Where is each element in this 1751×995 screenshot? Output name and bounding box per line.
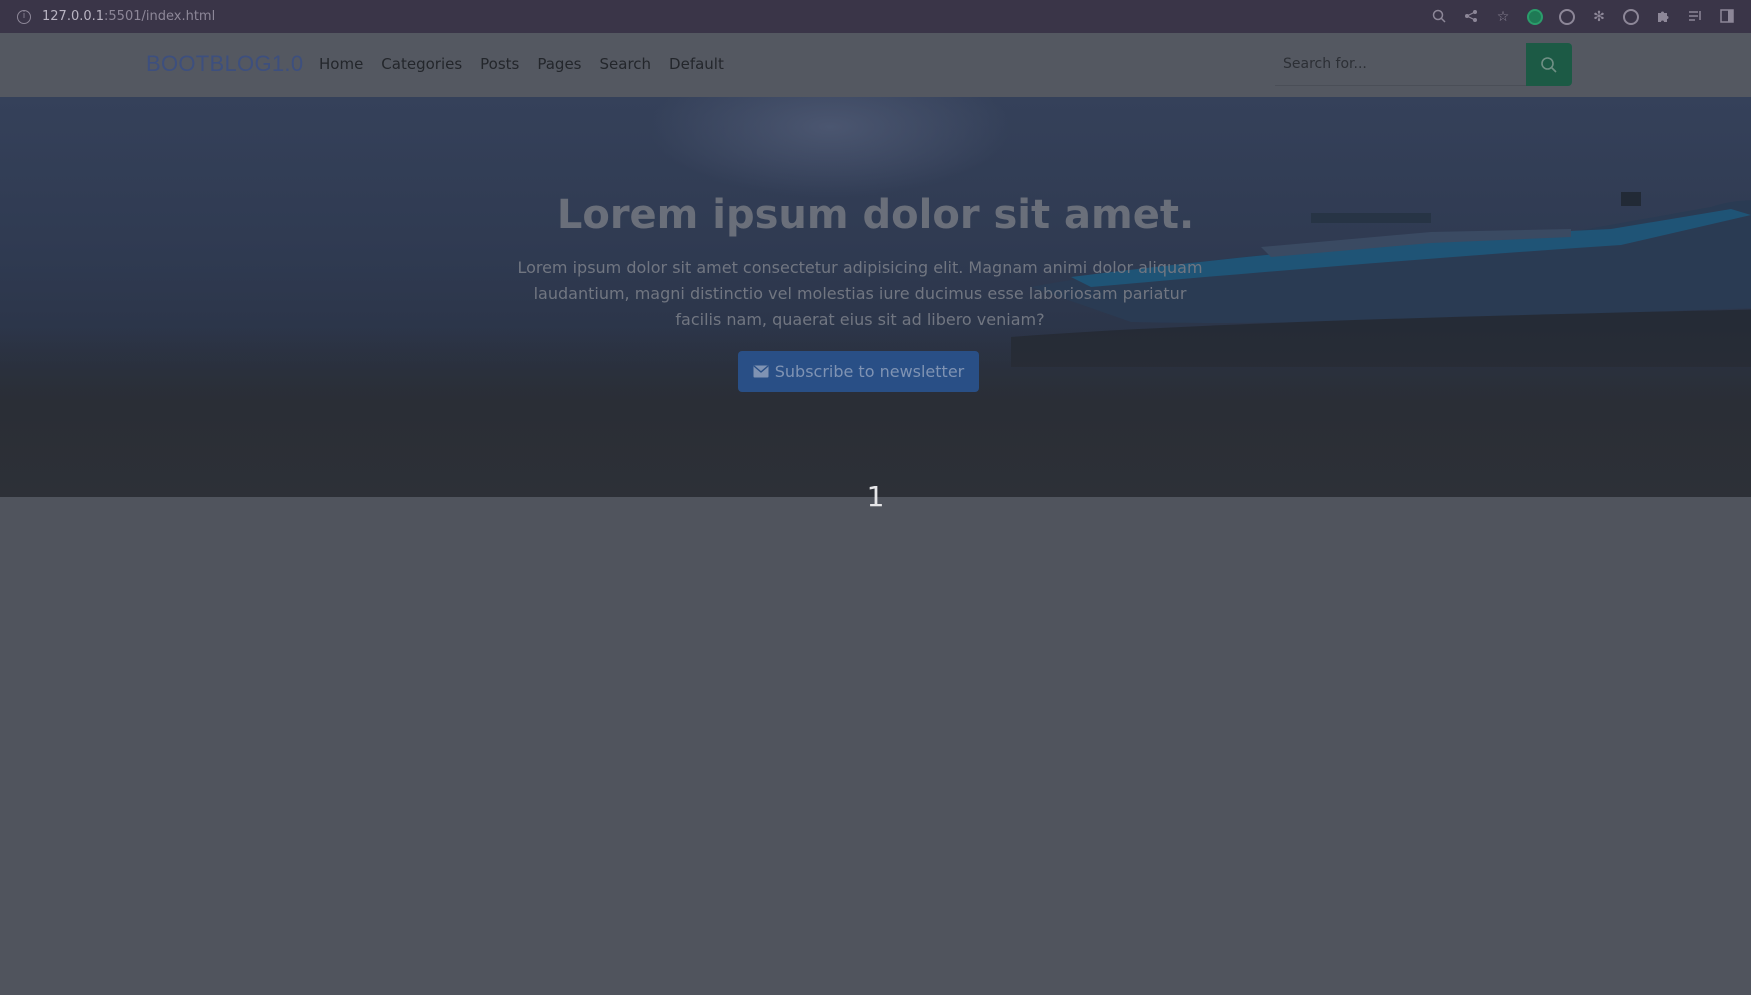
share-icon[interactable]: [1463, 9, 1479, 25]
extension-target-icon[interactable]: [1623, 8, 1639, 25]
url-path: :5501/index.html: [104, 9, 216, 24]
site-info-icon[interactable]: i: [17, 9, 31, 24]
nav-link-home[interactable]: Home: [319, 55, 363, 73]
nav-link-search[interactable]: Search: [600, 55, 652, 73]
subscribe-button[interactable]: Subscribe to newsletter: [738, 351, 979, 392]
navbar: BOOTBLOG1.0 Home Categories Posts Pages …: [0, 33, 1751, 97]
hero-section: Lorem ipsum dolor sit amet. Lorem ipsum …: [0, 97, 1751, 497]
envelope-icon: [753, 365, 769, 378]
extension-circle-icon[interactable]: [1559, 8, 1575, 25]
extension-green-icon[interactable]: [1527, 8, 1543, 25]
url-host: 127.0.0.1: [42, 9, 105, 24]
reading-list-icon[interactable]: [1687, 9, 1703, 25]
search-input[interactable]: [1275, 43, 1526, 86]
extensions-puzzle-icon[interactable]: [1655, 9, 1671, 25]
extension-gear-icon[interactable]: ✻: [1591, 9, 1607, 25]
nav-link-posts[interactable]: Posts: [480, 55, 519, 73]
nav-link-pages[interactable]: Pages: [537, 55, 581, 73]
brand-logo[interactable]: BOOTBLOG1.0: [146, 51, 303, 77]
browser-toolbar: i 127.0.0.1:5501/index.html ☆ ✻: [0, 0, 1751, 33]
bookmark-star-icon[interactable]: ☆: [1495, 9, 1511, 25]
nav-links: Home Categories Posts Pages Search Defau…: [319, 55, 742, 73]
address-bar[interactable]: 127.0.0.1:5501/index.html: [42, 9, 215, 24]
hero-description: Lorem ipsum dolor sit amet consectetur a…: [517, 258, 1203, 329]
side-panel-icon[interactable]: [1719, 8, 1735, 25]
hero-title: Lorem ipsum dolor sit amet.: [556, 192, 1195, 238]
search-button[interactable]: [1526, 43, 1572, 86]
search-icon: [1541, 56, 1557, 73]
subscribe-button-label: Subscribe to newsletter: [774, 362, 965, 381]
search-form: [1275, 43, 1572, 86]
zoom-icon[interactable]: [1431, 9, 1447, 25]
browser-tools: ☆ ✻: [1431, 0, 1751, 33]
page-number: 1: [866, 480, 885, 513]
nav-link-categories[interactable]: Categories: [381, 55, 462, 73]
nav-link-default[interactable]: Default: [669, 55, 724, 73]
